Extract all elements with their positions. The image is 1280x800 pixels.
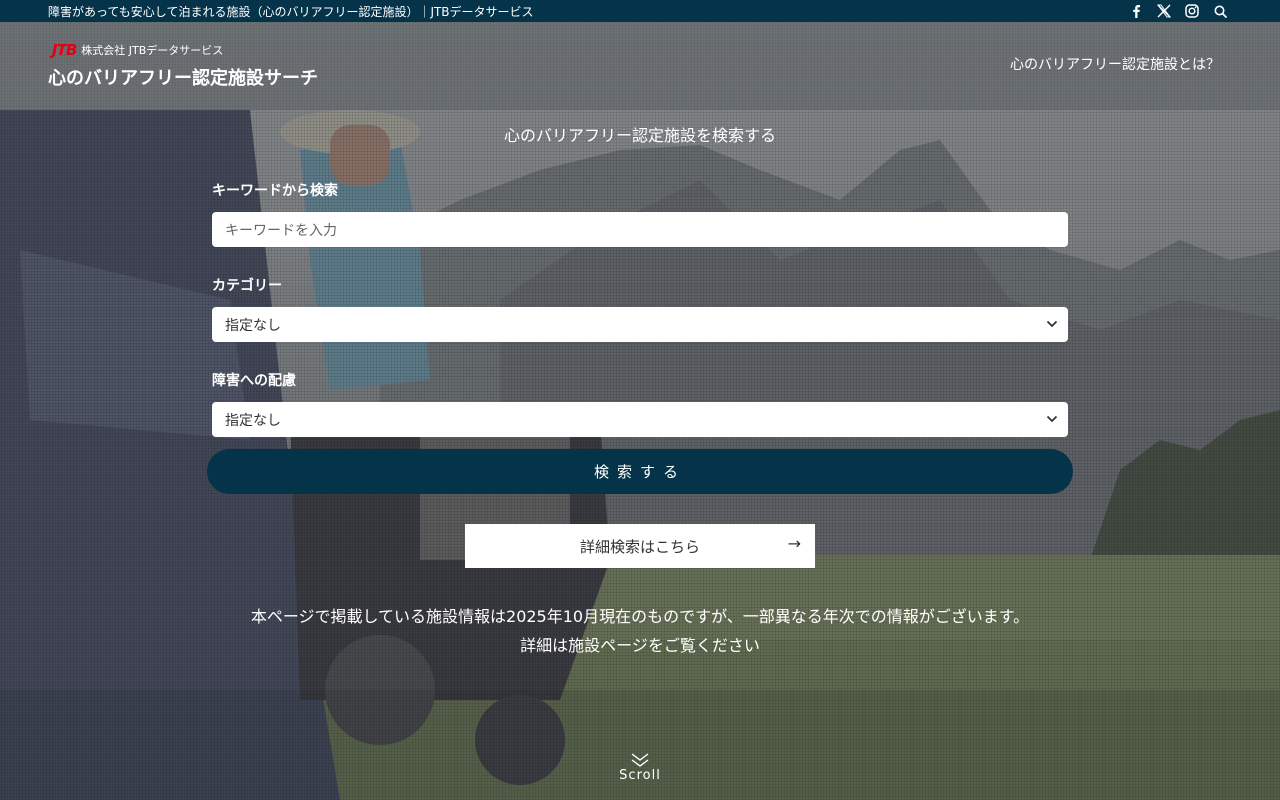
scroll-label: Scroll xyxy=(619,768,661,783)
search-icon[interactable] xyxy=(1212,3,1228,19)
chevron-down-icon xyxy=(1046,320,1058,328)
instagram-icon[interactable] xyxy=(1184,3,1200,19)
x-icon[interactable] xyxy=(1156,3,1172,19)
detail-search-button[interactable]: 詳細検索はこちら → xyxy=(465,524,815,568)
search-button[interactable]: 検索する xyxy=(207,449,1073,494)
notice-line-2: 詳細は施設ページをご覧ください xyxy=(520,636,760,655)
consideration-select-value: 指定なし xyxy=(225,412,281,429)
about-link[interactable]: 心のバリアフリー認定施設とは？ xyxy=(1010,54,1220,74)
site-title[interactable]: 心のバリアフリー認定施設サーチ xyxy=(48,64,318,90)
company-logo[interactable]: JTB 株式会社 JTBデータサービス xyxy=(52,41,223,59)
notice-line-1: 本ページで掲載している施設情報は2025年10月現在のものですが、一部異なる年次… xyxy=(250,607,1030,626)
keyword-label: キーワードから検索 xyxy=(212,183,338,199)
consideration-select[interactable]: 指定なし xyxy=(212,402,1068,437)
jtb-logo-mark: JTB xyxy=(52,41,77,59)
notice-text: 本ページで掲載している施設情報は2025年10月現在のものですが、一部異なる年次… xyxy=(0,602,1280,660)
category-select-value: 指定なし xyxy=(225,317,281,334)
search-form: キーワードから検索 キーワードを入力 カテゴリー 指定なし 障害への配慮 指定な… xyxy=(212,180,1068,437)
scroll-indicator[interactable]: Scroll xyxy=(0,752,1280,783)
search-heading: 心のバリアフリー認定施設を検索する xyxy=(503,126,776,145)
double-chevron-down-icon xyxy=(631,753,649,767)
top-bar: 障害があっても安心して泊まれる施設（心のバリアフリー認定施設）｜JTBデータサー… xyxy=(0,0,1280,22)
social-icons xyxy=(1128,3,1228,19)
arrow-right-icon: → xyxy=(787,534,801,553)
detail-search-label: 詳細検索はこちら xyxy=(579,537,700,556)
category-label: カテゴリー xyxy=(212,278,282,294)
logo-company-name: 株式会社 JTBデータサービス xyxy=(81,44,224,57)
top-bar-text: 障害があっても安心して泊まれる施設（心のバリアフリー認定施設）｜JTBデータサー… xyxy=(48,4,534,19)
consideration-label: 障害への配慮 xyxy=(212,373,296,389)
facebook-icon[interactable] xyxy=(1128,3,1144,19)
chevron-down-icon xyxy=(1046,415,1058,423)
keyword-input[interactable]: キーワードを入力 xyxy=(212,212,1068,247)
category-select[interactable]: 指定なし xyxy=(212,307,1068,342)
site-header: JTB 株式会社 JTBデータサービス 心のバリアフリー認定施設サーチ 心のバリ… xyxy=(0,22,1280,110)
bottom-band xyxy=(0,690,1280,800)
